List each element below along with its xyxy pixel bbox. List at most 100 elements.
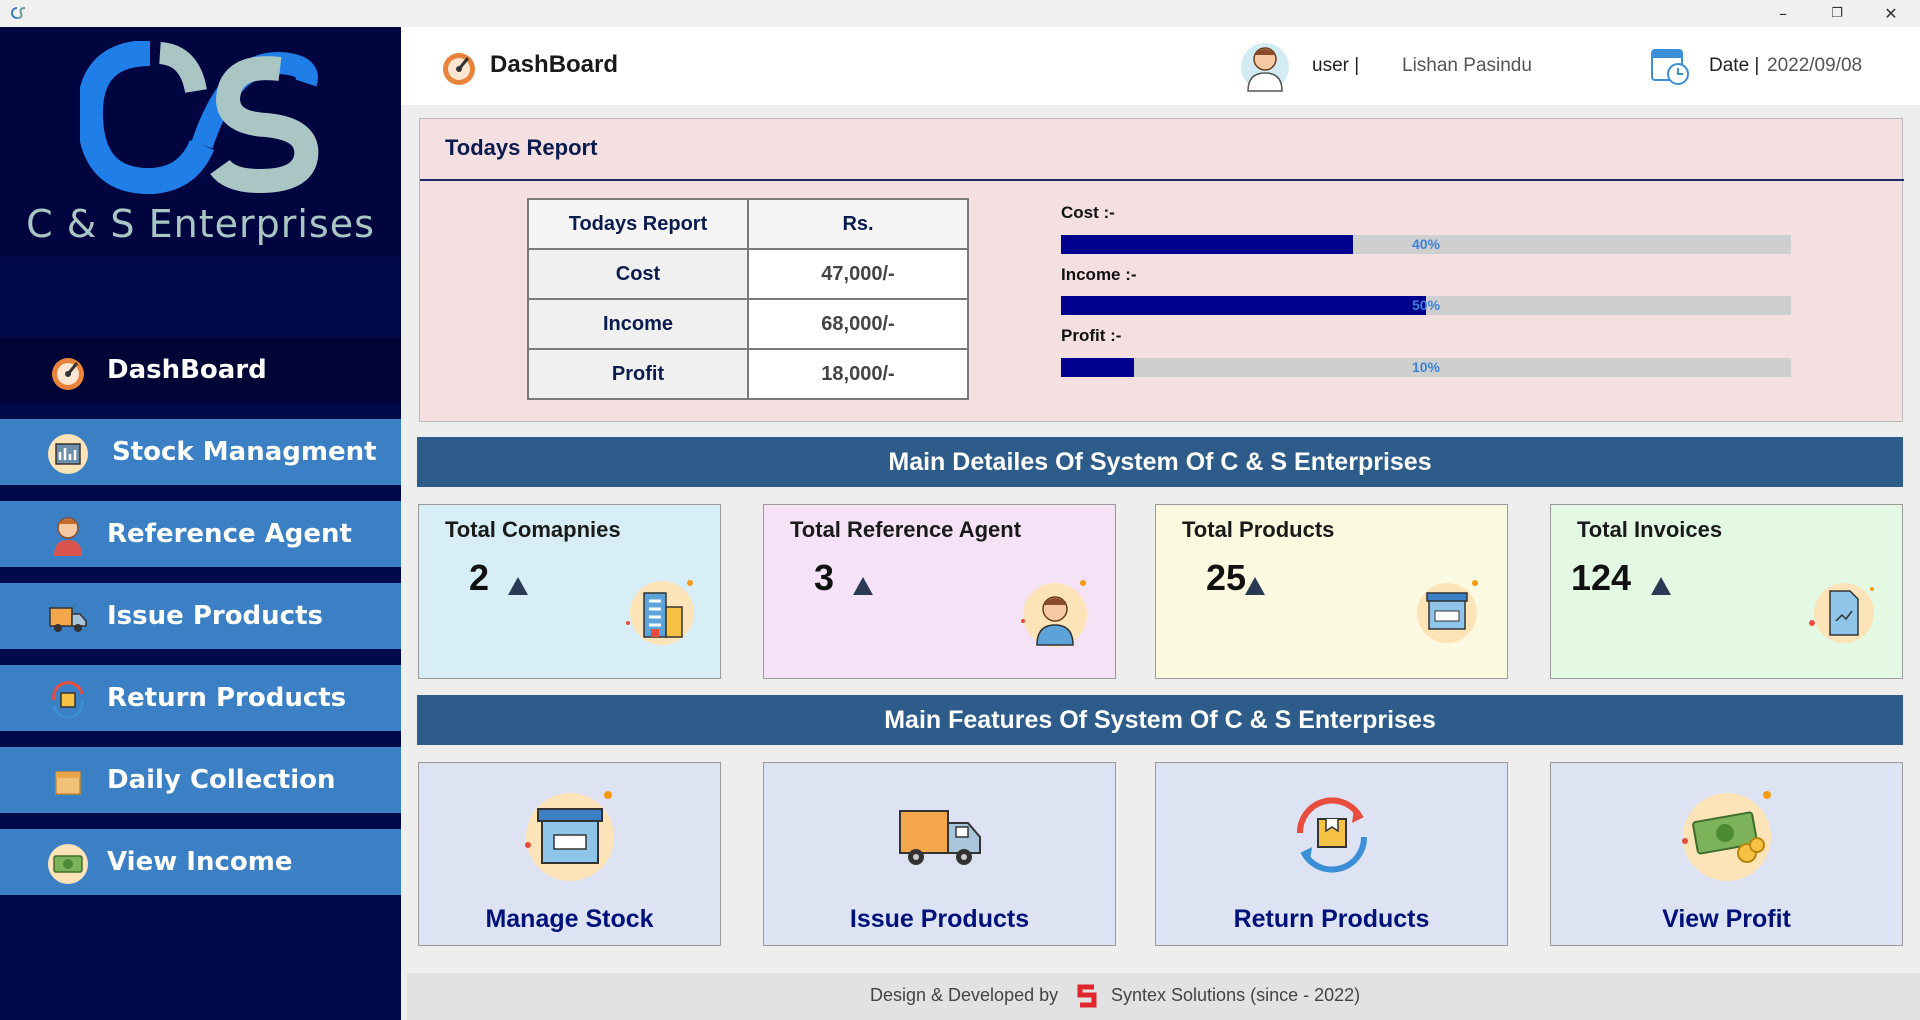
card-title: Total Products xyxy=(1182,517,1335,542)
product-box-icon xyxy=(1417,580,1478,643)
delivery-truck-icon xyxy=(898,810,981,865)
row-value-cost: 47,000/- xyxy=(747,248,969,300)
up-arrow-icon xyxy=(1245,577,1265,595)
card-value: 3 xyxy=(814,557,835,598)
truck-icon xyxy=(49,607,87,632)
feature-label: Manage Stock xyxy=(485,905,654,933)
up-arrow-icon xyxy=(508,577,528,595)
card-title: Total Reference Agent xyxy=(790,517,1022,542)
close-button[interactable]: ✕ xyxy=(1868,0,1914,27)
app-logo-icon xyxy=(11,7,26,19)
box-icon xyxy=(55,771,81,795)
feature-label: View Profit xyxy=(1662,905,1791,933)
user-name: Lishan Pasindu xyxy=(1402,55,1532,76)
sidebar-item-label: Return Products xyxy=(107,683,347,713)
table-row: Cost 47,000/- xyxy=(527,248,969,300)
cs-logo-icon xyxy=(80,41,319,195)
sidebar-item-issue-products[interactable]: Issue Products xyxy=(0,583,401,649)
table-header-row: Todays Report Rs. xyxy=(527,198,969,250)
income-bar-label: Income :- xyxy=(1061,265,1137,284)
card-value: 2 xyxy=(469,557,490,598)
brand-name: C & S Enterprises xyxy=(26,202,375,246)
report-table: Todays Report Rs. Cost 47,000/- Income 6… xyxy=(527,198,969,400)
row-label-profit: Profit xyxy=(527,348,749,400)
card-value: 25 xyxy=(1206,557,1247,598)
sidebar-item-daily-collection[interactable]: Daily Collection xyxy=(0,747,401,813)
page-header: DashBoard user | Lishan Pasindu Date | 2… xyxy=(401,27,1920,105)
progress-text: 10% xyxy=(1411,359,1441,375)
sidebar-item-stock-managment[interactable]: Stock Managment xyxy=(0,419,401,485)
sidebar-item-label: Reference Agent xyxy=(107,519,352,549)
manage-stock-icon xyxy=(524,791,614,881)
building-icon xyxy=(626,580,694,645)
sidebar: C & S Enterprises DashBoard Stock Managm… xyxy=(0,27,401,1020)
table-header: Rs. xyxy=(747,198,969,250)
user-avatar-icon xyxy=(1241,43,1289,92)
stat-card-companies[interactable]: Total Comapnies 2 xyxy=(418,504,721,679)
sidebar-item-return-products[interactable]: Return Products xyxy=(0,665,401,731)
return-box-icon xyxy=(52,681,84,719)
stat-card-invoices[interactable]: Total Invoices 124 xyxy=(1550,504,1903,679)
window-titlebar: – ❐ ✕ xyxy=(0,0,1920,27)
stat-card-products[interactable]: Total Products 25 xyxy=(1155,504,1508,679)
card-title: Total Comapnies xyxy=(445,517,621,542)
brand-logo-area: C & S Enterprises xyxy=(0,27,401,257)
details-section-heading: Main Detailes Of System Of C & S Enterpr… xyxy=(417,437,1903,487)
footer: Design & Developed by Syntex Solutions (… xyxy=(407,973,1920,1020)
table-header: Todays Report xyxy=(527,198,749,250)
progress-text: 50% xyxy=(1411,297,1441,313)
user-label: user | xyxy=(1312,55,1360,76)
cost-bar-label: Cost :- xyxy=(1061,203,1115,222)
feature-return-products[interactable]: Return Products xyxy=(1155,762,1508,946)
restore-button[interactable]: ❐ xyxy=(1814,0,1860,27)
sidebar-item-view-income[interactable]: View Income xyxy=(0,829,401,895)
stat-card-reference-agent[interactable]: Total Reference Agent 3 xyxy=(763,504,1116,679)
sidebar-item-dashboard[interactable]: DashBoard xyxy=(0,337,401,403)
date-label: Date | xyxy=(1709,55,1760,76)
footer-company: Syntex Solutions (since - 2022) xyxy=(1111,985,1361,1005)
profit-money-icon xyxy=(1681,791,1771,881)
return-products-icon xyxy=(1296,797,1367,873)
feature-manage-stock[interactable]: Manage Stock xyxy=(418,762,721,946)
feature-issue-products[interactable]: Issue Products xyxy=(763,762,1116,946)
sidebar-item-label: Stock Managment xyxy=(112,437,377,467)
feature-view-profit[interactable]: View Profit xyxy=(1550,762,1903,946)
card-value: 124 xyxy=(1571,557,1632,598)
up-arrow-icon xyxy=(853,577,873,595)
footer-credit: Design & Developed by xyxy=(870,985,1059,1005)
progress-text: 40% xyxy=(1411,236,1441,252)
invoice-icon xyxy=(1809,583,1874,643)
sidebar-item-label: Issue Products xyxy=(107,601,323,631)
dashboard-gauge-icon xyxy=(52,358,84,390)
money-icon xyxy=(48,844,88,884)
row-value-profit: 18,000/- xyxy=(747,348,969,400)
dashboard-gauge-icon xyxy=(443,53,475,85)
table-row: Profit 18,000/- xyxy=(527,348,969,400)
agent-icon xyxy=(1021,580,1087,647)
syntex-logo-icon xyxy=(1077,984,1097,1008)
calendar-clock-icon xyxy=(1651,49,1689,85)
stock-chart-icon xyxy=(48,434,88,474)
todays-report-panel: Todays Report Todays Report Rs. Cost 47,… xyxy=(419,118,1904,422)
sidebar-item-label: DashBoard xyxy=(107,355,267,385)
divider xyxy=(420,179,1904,181)
feature-label: Return Products xyxy=(1233,905,1430,933)
table-row: Income 68,000/- xyxy=(527,298,969,350)
features-section-heading: Main Features Of System Of C & S Enterpr… xyxy=(417,695,1903,745)
cost-progress-bar: 40% xyxy=(1061,235,1791,254)
up-arrow-icon xyxy=(1651,577,1671,595)
income-progress-bar: 50% xyxy=(1061,296,1791,315)
row-label-income: Income xyxy=(527,298,749,350)
feature-label: Issue Products xyxy=(849,905,1030,933)
profit-bar-label: Profit :- xyxy=(1061,326,1122,345)
minimize-button[interactable]: – xyxy=(1760,0,1806,27)
agent-person-icon xyxy=(54,517,82,556)
sidebar-item-reference-agent[interactable]: Reference Agent xyxy=(0,501,401,567)
page-title: DashBoard xyxy=(490,51,619,78)
sidebar-item-label: Daily Collection xyxy=(107,765,336,795)
report-title: Todays Report xyxy=(445,135,598,160)
profit-progress-bar: 10% xyxy=(1061,358,1791,377)
date-value: 2022/09/08 xyxy=(1767,55,1863,76)
row-label-cost: Cost xyxy=(527,248,749,300)
sidebar-item-label: View Income xyxy=(107,847,293,877)
